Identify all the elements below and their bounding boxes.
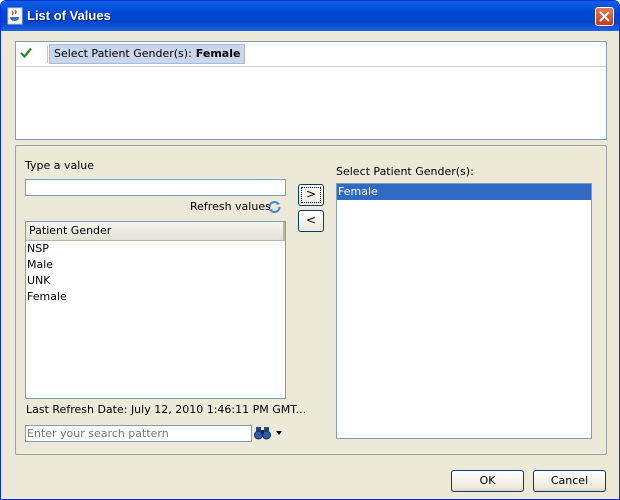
title-bar[interactable]: List of Values xyxy=(1,1,619,31)
ok-button[interactable]: OK xyxy=(451,470,524,492)
java-cup-icon xyxy=(7,7,23,25)
header-divider xyxy=(283,222,285,240)
selected-values-label: Select Patient Gender(s): xyxy=(336,165,474,178)
list-item[interactable]: NSP xyxy=(26,241,285,257)
available-values-list[interactable]: Patient Gender NSP Male UNK Female xyxy=(25,221,286,399)
list-item[interactable]: UNK xyxy=(26,273,285,289)
list-item[interactable]: Male xyxy=(26,257,285,273)
condition-value: Female xyxy=(195,47,241,60)
close-icon xyxy=(599,11,610,22)
condition-panel: Select Patient Gender(s): Female xyxy=(15,41,607,140)
binoculars-icon[interactable] xyxy=(254,425,272,441)
check-icon xyxy=(20,47,32,58)
search-input[interactable] xyxy=(25,425,252,442)
add-value-button[interactable]: > xyxy=(298,184,324,206)
row-separator xyxy=(47,45,48,63)
refresh-icon[interactable] xyxy=(267,200,282,214)
remove-value-button[interactable]: < xyxy=(298,210,324,232)
selected-values-list[interactable]: Female xyxy=(336,183,592,439)
selected-list-item[interactable]: Female xyxy=(337,184,591,200)
list-item[interactable]: Female xyxy=(26,289,285,305)
condition-chip[interactable]: Select Patient Gender(s): Female xyxy=(49,44,246,64)
type-value-input[interactable] xyxy=(25,179,286,196)
refresh-values-link[interactable]: Refresh values xyxy=(190,200,271,213)
window-title: List of Values xyxy=(27,8,111,23)
condition-row[interactable]: Select Patient Gender(s): Female xyxy=(16,42,606,67)
last-refresh-date: Last Refresh Date: July 12, 2010 1:46:11… xyxy=(26,403,307,416)
search-options-dropdown-icon[interactable] xyxy=(276,431,282,435)
column-header[interactable]: Patient Gender xyxy=(26,222,285,241)
type-value-label: Type a value xyxy=(25,159,95,172)
cancel-button[interactable]: Cancel xyxy=(533,470,606,492)
condition-label: Select Patient Gender(s): xyxy=(54,47,192,60)
dialog-window: List of Values Select Patient Gender(s):… xyxy=(0,0,620,500)
column-header-label: Patient Gender xyxy=(29,224,112,237)
close-button[interactable] xyxy=(595,7,614,26)
